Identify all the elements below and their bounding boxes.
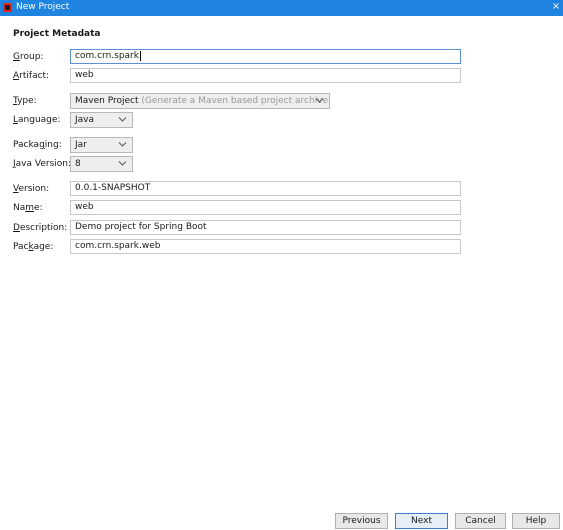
description-value: Demo project for Spring Boot <box>75 222 207 232</box>
type-value: Maven Project <box>75 96 139 106</box>
package-label: Package: <box>13 242 53 252</box>
chevron-down-icon <box>118 157 128 171</box>
close-icon[interactable]: × <box>551 1 561 13</box>
java-version-value: 8 <box>75 159 81 169</box>
artifact-label-post: rtifact: <box>19 71 50 81</box>
packaging-value: Jar <box>75 140 87 150</box>
artifact-label: Artifact: <box>13 71 49 81</box>
type-select[interactable]: Maven Project (Generate a Maven based pr… <box>70 93 330 109</box>
previous-button[interactable]: Previous <box>335 513 388 529</box>
name-input[interactable]: web <box>70 200 461 215</box>
group-label: Group: <box>13 52 43 62</box>
name-label: Name: <box>13 203 43 213</box>
name-label-pre: Na <box>13 203 26 213</box>
language-label-post: anguage: <box>18 115 61 125</box>
version-label-post: ersion: <box>18 184 50 194</box>
version-value: 0.0.1-SNAPSHOT <box>75 183 151 193</box>
type-hint: (Generate a Maven based project archive.… <box>141 96 330 106</box>
java-version-label-post: ava Version: <box>15 159 72 169</box>
artifact-input[interactable]: web <box>70 68 461 83</box>
description-label-mnemonic: D <box>13 223 20 233</box>
java-version-label: Java Version: <box>13 159 71 169</box>
java-version-select[interactable]: 8 <box>70 156 133 172</box>
packaging-label-pre: Packa <box>13 140 40 150</box>
section-title: Project Metadata <box>13 29 101 39</box>
next-button[interactable]: Next <box>395 513 448 529</box>
group-label-post: roup: <box>19 52 44 62</box>
version-label: Version: <box>13 184 49 194</box>
language-value: Java <box>75 115 95 125</box>
chevron-down-icon <box>315 94 325 108</box>
packaging-label: Packaging: <box>13 140 62 150</box>
text-caret <box>139 50 141 61</box>
package-label-pre: Pac <box>13 242 29 252</box>
language-select[interactable]: Java <box>70 112 133 128</box>
artifact-value: web <box>75 70 94 80</box>
name-value: web <box>75 202 94 212</box>
title-bar: New Project × <box>0 0 563 16</box>
description-label-post: escription: <box>19 223 68 233</box>
name-label-post: e: <box>34 203 43 213</box>
window-title: New Project <box>16 2 70 12</box>
help-button[interactable]: Help <box>512 513 560 529</box>
intellij-idea-icon <box>3 3 12 12</box>
type-label-post: ype: <box>17 96 37 106</box>
group-value: com.crn.spark <box>75 51 139 61</box>
chevron-down-icon <box>118 113 128 127</box>
packaging-select[interactable]: Jar <box>70 137 133 153</box>
package-value: com.crn.spark.web <box>75 241 161 251</box>
group-input[interactable]: com.crn.spark <box>70 49 461 64</box>
package-input[interactable]: com.crn.spark.web <box>70 239 461 254</box>
name-label-mnemonic: m <box>25 203 35 213</box>
cancel-button[interactable]: Cancel <box>455 513 506 529</box>
chevron-down-icon <box>118 138 128 152</box>
language-label: Language: <box>13 115 60 125</box>
group-label-mnemonic: G <box>13 52 20 62</box>
version-input[interactable]: 0.0.1-SNAPSHOT <box>70 181 461 196</box>
packaging-label-post: ing: <box>44 140 62 150</box>
type-label: Type: <box>13 96 37 106</box>
description-input[interactable]: Demo project for Spring Boot <box>70 220 461 235</box>
package-label-post: age: <box>33 242 54 252</box>
description-label: Description: <box>13 223 67 233</box>
